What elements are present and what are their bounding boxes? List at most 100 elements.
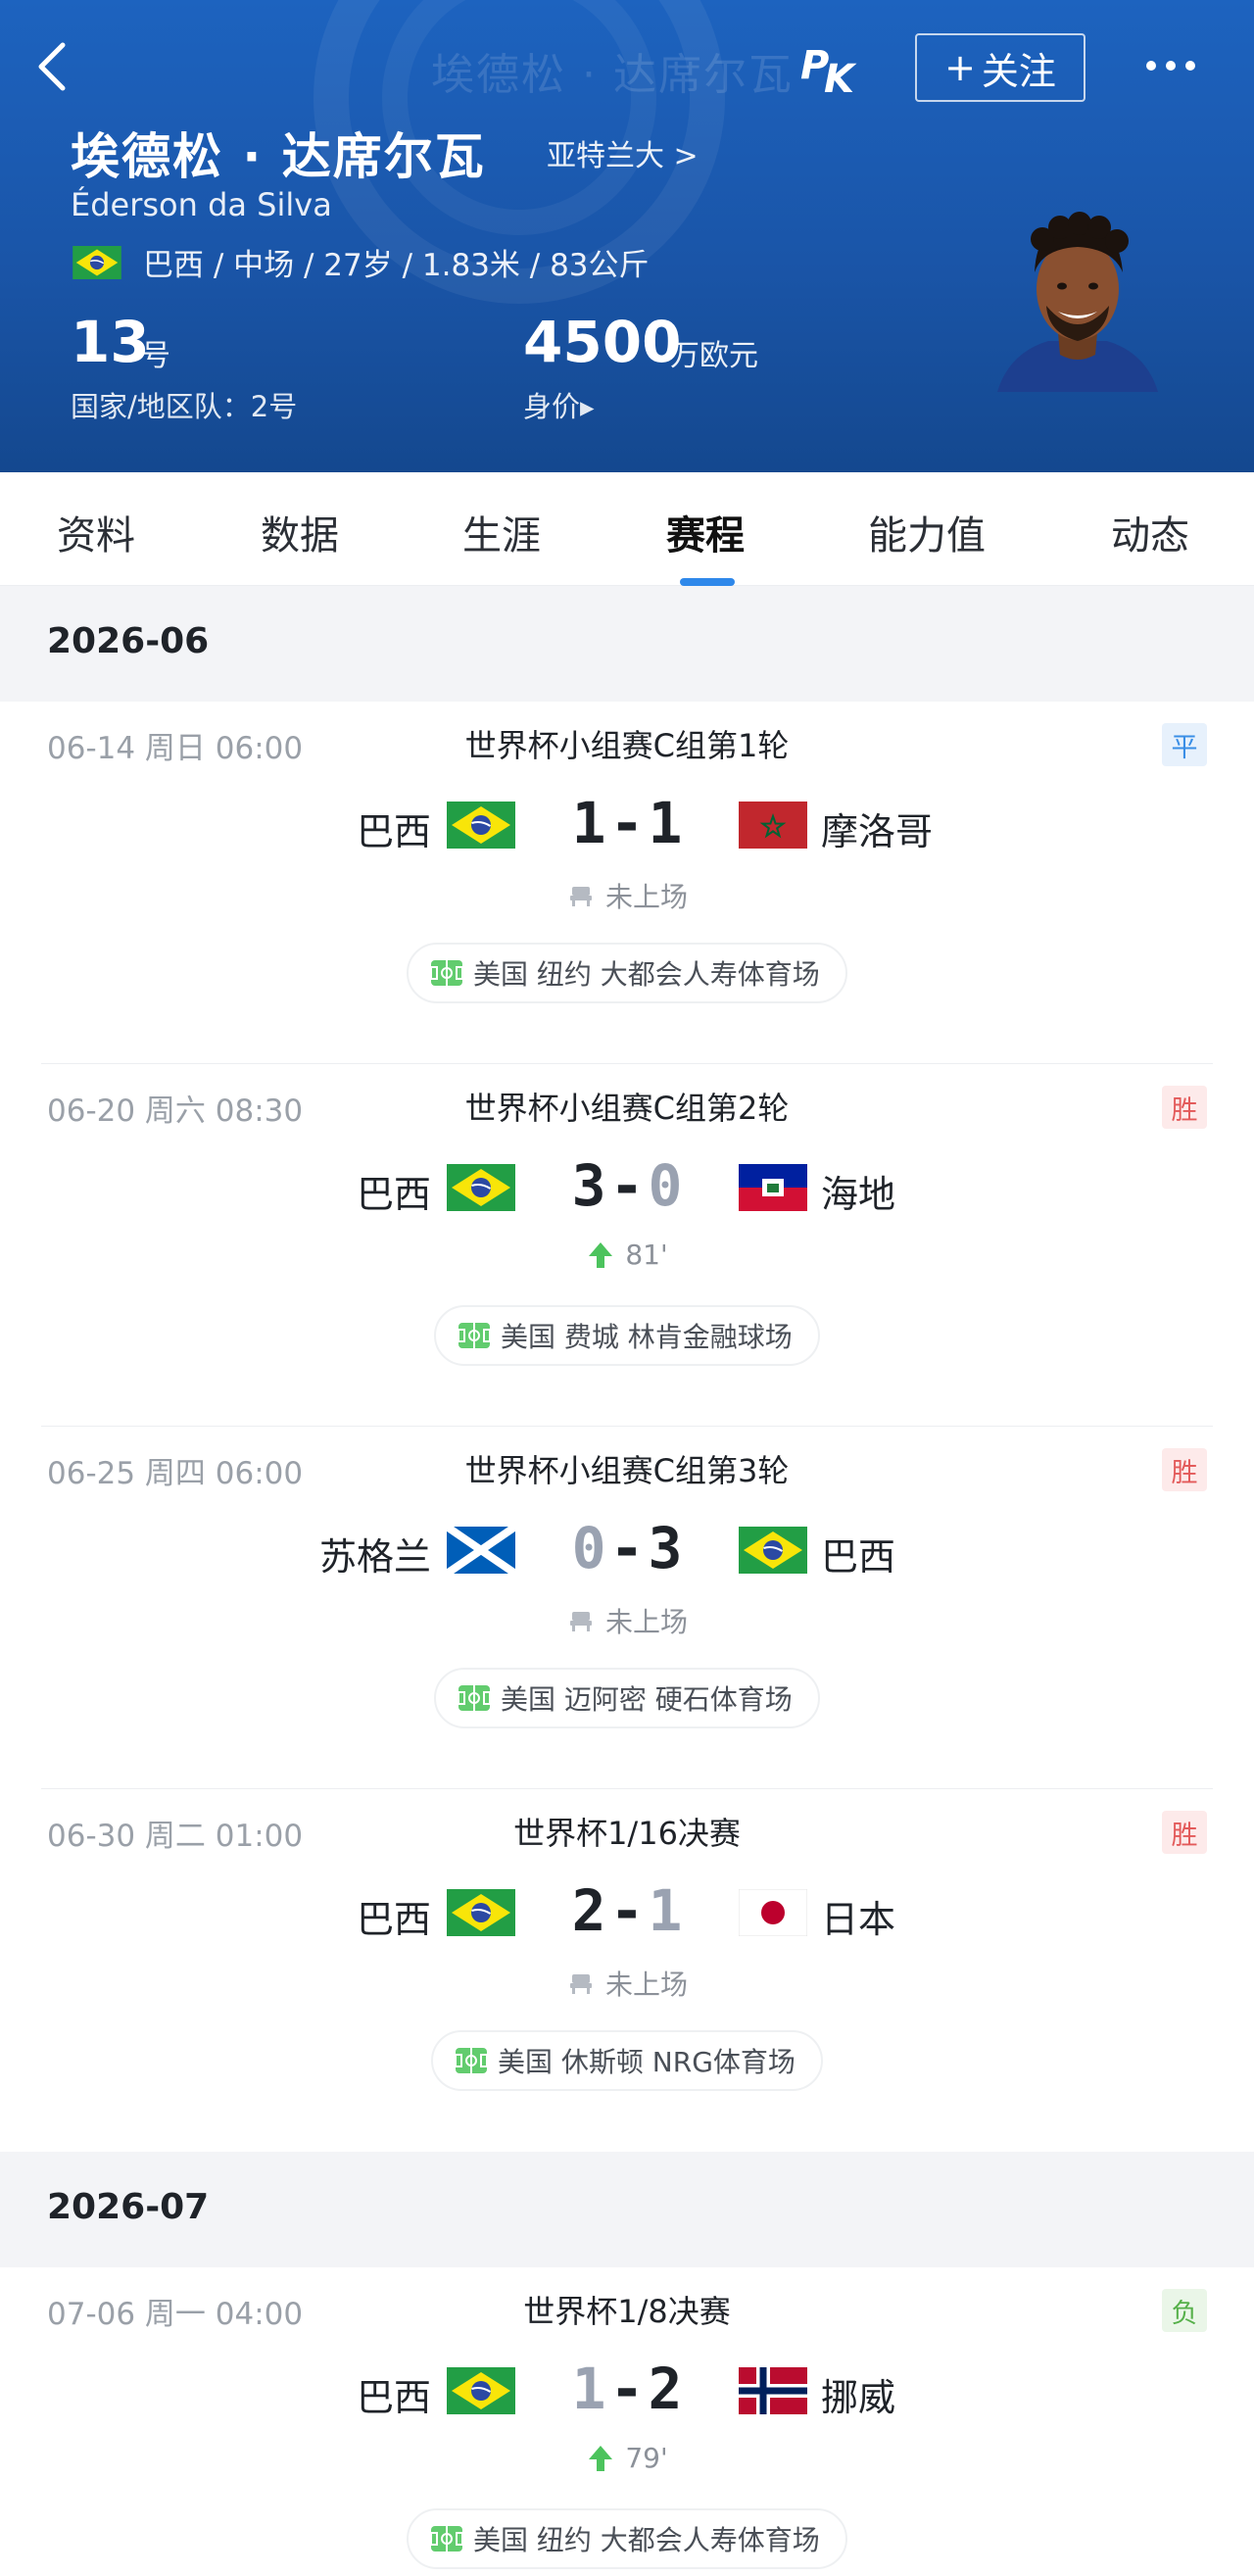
chevron-left-icon xyxy=(38,42,66,91)
venue-pill: 美国 休斯顿 NRG体育场 xyxy=(431,2030,823,2091)
shirt-number: 13 xyxy=(71,309,150,375)
national-team-number: 国家/地区队：2号 xyxy=(71,390,298,423)
tab-news[interactable]: 动态 xyxy=(1111,504,1189,560)
home-score: 3 xyxy=(571,1152,606,1219)
bench-icon xyxy=(566,1606,596,1635)
appearance-status: 未上场 xyxy=(382,1964,872,2003)
follow-label: 关注 xyxy=(981,49,1056,93)
away-score: 1 xyxy=(648,1877,683,1944)
stadium-icon xyxy=(458,1322,491,1349)
match-score: 1 - 2 xyxy=(549,2356,705,2422)
appearance-status-text: 81' xyxy=(625,1239,668,1271)
match-competition: 世界杯1/16决赛 xyxy=(513,1815,741,1852)
scotland-flag-icon xyxy=(447,1527,515,1574)
market-value-unit: 万欧元 xyxy=(670,339,758,373)
market-value-link[interactable]: 身价▸ xyxy=(523,384,595,425)
appearance-status: 81' xyxy=(382,1239,872,1271)
ghost-title: 埃德松 · 达席尔瓦 xyxy=(431,50,794,100)
score-separator: - xyxy=(609,1515,645,1581)
month-label: 2026-06 xyxy=(47,621,210,661)
score-separator: - xyxy=(609,790,645,856)
tab-profile[interactable]: 资料 xyxy=(57,504,135,560)
back-button[interactable] xyxy=(29,35,78,98)
svg-text:K: K xyxy=(824,57,857,98)
bench-icon xyxy=(566,1968,596,1998)
away-team-name: 摩洛哥 xyxy=(821,810,934,853)
tab-ability[interactable]: 能力值 xyxy=(868,504,986,560)
home-score: 1 xyxy=(571,2356,606,2422)
tab-stats[interactable]: 数据 xyxy=(261,504,339,560)
match-competition: 世界杯小组赛C组第1轮 xyxy=(464,727,790,764)
appearance-status: 未上场 xyxy=(382,876,872,915)
appearance-status: 未上场 xyxy=(382,1601,872,1640)
appearance-status-text: 未上场 xyxy=(604,881,688,913)
month-header: 2026-06 xyxy=(0,586,1254,702)
home-team-name: 巴西 xyxy=(356,810,431,853)
month-header: 2026-07 xyxy=(0,2152,1254,2267)
match-card[interactable]: 06-30 周二 01:00 世界杯1/16决赛 胜 巴西 2 - 1 日本 未… xyxy=(0,1789,1254,2152)
stadium-icon xyxy=(430,2525,463,2552)
match-card[interactable]: 06-25 周四 06:00 世界杯小组赛C组第3轮 胜 苏格兰 0 - 3 巴… xyxy=(0,1427,1254,1789)
venue-name: 美国 纽约 大都会人寿体育场 xyxy=(473,958,820,991)
stadium-icon xyxy=(430,959,463,987)
japan-flag-icon xyxy=(739,1889,807,1936)
home-team-name: 巴西 xyxy=(356,2376,431,2419)
match-datetime: 06-14 周日 06:00 xyxy=(47,731,304,766)
away-team-name: 日本 xyxy=(821,1898,896,1941)
home-score: 0 xyxy=(571,1515,606,1581)
match-score: 2 - 1 xyxy=(549,1877,705,1944)
more-dots-icon xyxy=(1146,61,1156,71)
result-badge: 胜 xyxy=(1162,1811,1207,1854)
away-score: 0 xyxy=(648,1152,683,1219)
haiti-flag-icon xyxy=(739,1164,807,1211)
follow-button[interactable]: + 关注 xyxy=(915,33,1085,102)
away-team-name: 巴西 xyxy=(821,1535,896,1579)
brazil-flag-icon xyxy=(739,1527,807,1574)
bench-icon xyxy=(566,881,596,910)
appearance-status-text: 79' xyxy=(625,2442,668,2474)
away-score: 2 xyxy=(648,2356,683,2422)
match-card[interactable]: 07-06 周一 04:00 世界杯1/8决赛 负 巴西 1 - 2 挪威 79… xyxy=(0,2267,1254,2576)
match-card[interactable]: 06-14 周日 06:00 世界杯小组赛C组第1轮 平 巴西 1 - 1 摩洛… xyxy=(0,702,1254,1064)
home-score: 1 xyxy=(571,790,606,856)
appearance-status-text: 未上场 xyxy=(604,1968,688,2001)
score-separator: - xyxy=(609,1877,645,1944)
market-value: 4500 xyxy=(523,309,682,375)
match-score: 0 - 3 xyxy=(549,1515,705,1581)
venue-name: 美国 费城 林肯金融球场 xyxy=(501,1321,793,1353)
away-score: 1 xyxy=(648,790,683,856)
match-datetime: 07-06 周一 04:00 xyxy=(47,2297,304,2332)
match-competition: 世界杯小组赛C组第2轮 xyxy=(464,1090,790,1127)
player-info-row: 巴西 / 中场 / 27岁 / 1.83米 / 83公斤 xyxy=(71,240,650,284)
norway-flag-icon xyxy=(739,2367,807,2414)
match-score: 3 - 0 xyxy=(549,1152,705,1219)
team-link[interactable]: 亚特兰大 > xyxy=(547,131,699,174)
tab-schedule[interactable]: 赛程 xyxy=(666,504,745,560)
venue-name: 美国 迈阿密 硬石体育场 xyxy=(501,1683,793,1716)
pk-logo-icon[interactable]: P K xyxy=(798,37,863,102)
result-badge: 胜 xyxy=(1162,1448,1207,1491)
tab-career[interactable]: 生涯 xyxy=(462,504,541,560)
home-score: 2 xyxy=(571,1877,606,1944)
home-team-name: 巴西 xyxy=(356,1898,431,1941)
plus-icon: + xyxy=(944,46,976,89)
score-separator: - xyxy=(609,1152,645,1219)
more-options-button[interactable] xyxy=(1146,51,1209,80)
stadium-icon xyxy=(455,2047,488,2074)
active-tab-indicator xyxy=(680,578,735,586)
brazil-flag-icon xyxy=(447,2367,515,2414)
match-card[interactable]: 06-20 周六 08:30 世界杯小组赛C组第2轮 胜 巴西 3 - 0 海地… xyxy=(0,1064,1254,1427)
result-badge: 负 xyxy=(1162,2289,1207,2332)
venue-pill: 美国 费城 林肯金融球场 xyxy=(434,1305,820,1366)
venue-pill: 美国 纽约 大都会人寿体育场 xyxy=(407,2508,847,2569)
match-datetime: 06-25 周四 06:00 xyxy=(47,1456,304,1491)
match-datetime: 06-20 周六 08:30 xyxy=(47,1094,304,1129)
player-name: 埃德松 · 达席尔瓦 xyxy=(71,128,486,185)
player-name-en: Éderson da Silva xyxy=(71,186,332,223)
match-competition: 世界杯1/8决赛 xyxy=(523,2293,731,2330)
home-team-name: 苏格兰 xyxy=(318,1535,431,1579)
venue-name: 美国 休斯顿 NRG体育场 xyxy=(498,2046,796,2078)
profile-tabs: 资料 数据 生涯 赛程 能力值 动态 xyxy=(0,472,1254,586)
venue-name: 美国 纽约 大都会人寿体育场 xyxy=(473,2524,820,2556)
score-separator: - xyxy=(609,2356,645,2422)
